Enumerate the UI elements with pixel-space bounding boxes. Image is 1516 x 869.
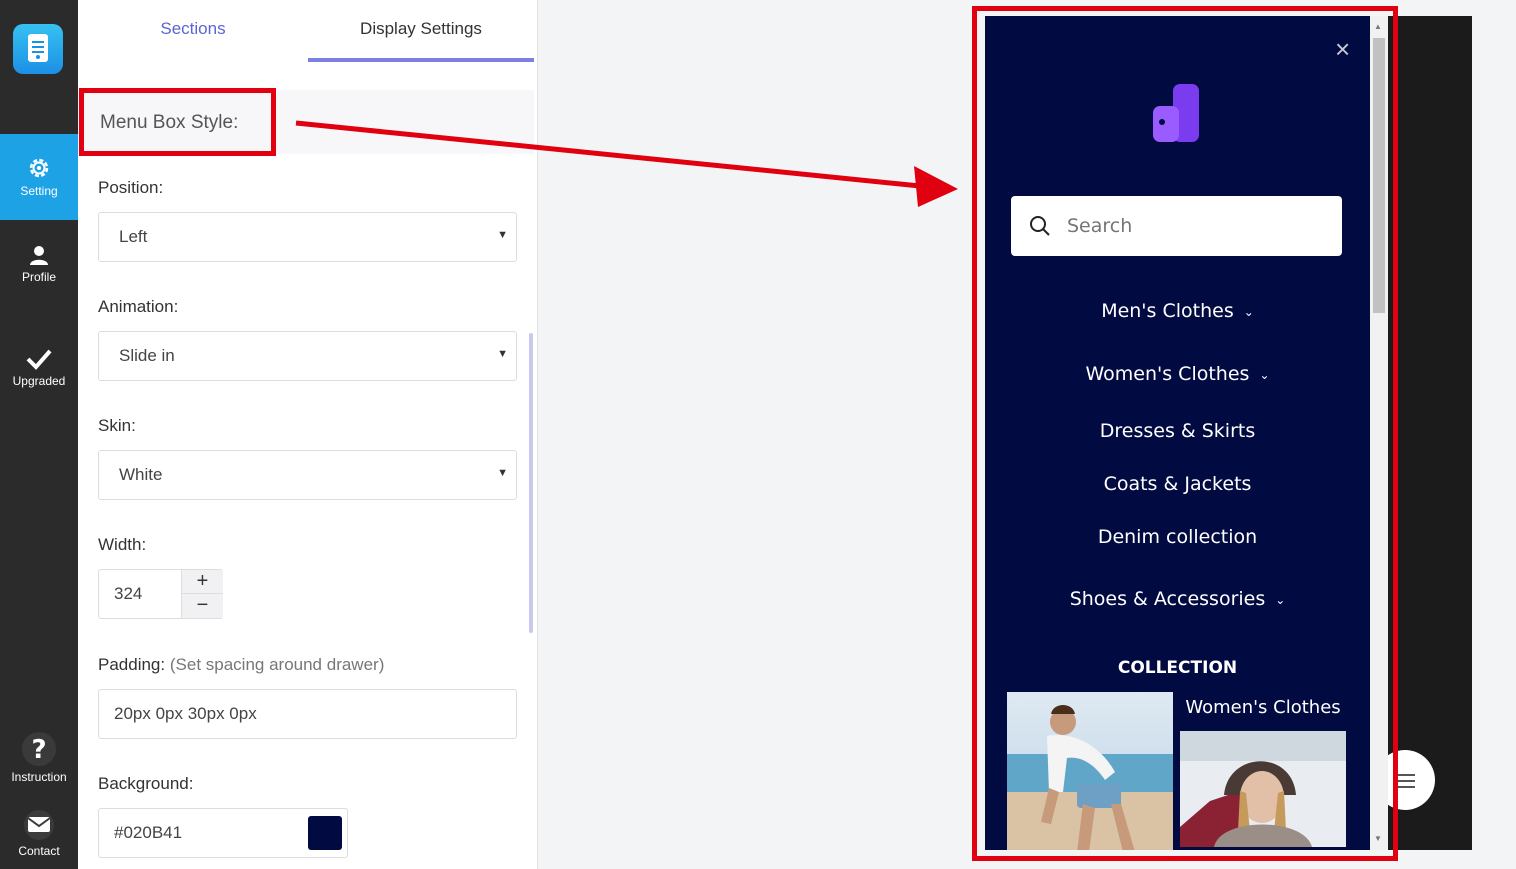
rail-item-label: Upgraded [12,374,66,388]
rail-item-label: Setting [20,184,58,198]
decrement-button[interactable]: − [181,594,223,618]
rail-item-setting[interactable]: Setting [0,134,78,220]
background-color-field [98,808,348,858]
position-value: Left [119,227,148,246]
width-stepper: + − [98,569,223,619]
caret-down-icon: ▼ [497,348,508,360]
gear-icon [29,158,49,178]
color-swatch[interactable] [308,816,342,850]
settings-panel: Sections Display Settings Menu Box Style… [78,0,538,869]
tab-sections[interactable]: Sections [78,0,308,62]
rail-item-instruction[interactable]: ? Instruction [0,732,78,784]
background-label: Background: [98,774,194,793]
caret-down-icon: ▼ [497,229,508,241]
check-icon [26,349,52,370]
position-select[interactable]: Left ▼ [98,212,517,262]
padding-note: (Set spacing around drawer) [169,655,385,674]
app-logo[interactable] [13,24,63,74]
mail-icon [24,810,54,840]
caret-down-icon: ▼ [497,467,508,479]
rail-item-label: Profile [21,270,56,284]
rail-item-label: Contact [18,844,60,858]
question-icon: ? [22,732,56,766]
left-rail: Setting Profile Upgraded ? Instruction C… [0,0,78,869]
skin-label: Skin: [98,416,136,435]
highlight-box [79,88,276,156]
panel-scrollbar[interactable] [529,333,533,633]
svg-text:?: ? [31,735,46,765]
width-input[interactable] [99,570,181,618]
rail-item-label: Instruction [11,770,67,784]
rail-item-upgraded[interactable]: Upgraded [0,348,78,388]
padding-input[interactable] [98,689,517,739]
skin-select[interactable]: White ▼ [98,450,517,500]
document-icon [28,34,48,62]
padding-label: Padding: (Set spacing around drawer) [98,655,384,675]
animation-value: Slide in [119,346,175,365]
skin-value: White [119,465,163,484]
tab-bar: Sections Display Settings [78,0,538,62]
rail-item-profile[interactable]: Profile [0,244,78,284]
background-color-input[interactable] [99,809,299,857]
increment-button[interactable]: + [181,570,223,594]
user-icon [30,246,48,265]
rail-item-contact[interactable]: Contact [0,810,78,858]
width-label: Width: [98,535,147,554]
padding-label-text: Padding: [98,655,166,674]
animation-label: Animation: [98,297,179,316]
position-label: Position: [98,178,164,197]
preview-highlight-frame [972,6,1398,861]
tab-display-settings[interactable]: Display Settings [308,0,534,62]
animation-select[interactable]: Slide in ▼ [98,331,517,381]
